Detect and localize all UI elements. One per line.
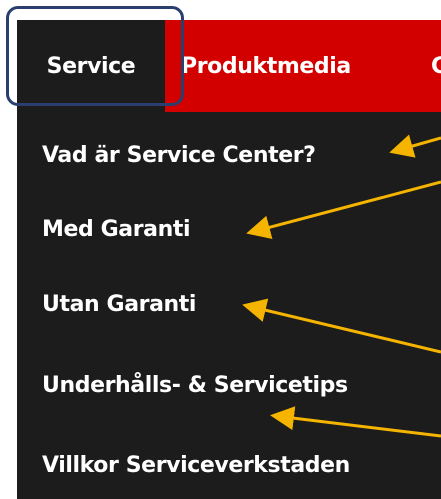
menu-item-label: Med Garanti <box>42 217 191 242</box>
menu-item-vad-ar-service-center[interactable]: Vad är Service Center? <box>42 142 316 170</box>
tab-produktmedia-label: Produktmedia <box>181 53 351 79</box>
menu-item-underhalls-servicetips[interactable]: Underhålls- & Servicetips <box>42 372 348 400</box>
menu-item-label: Vad är Service Center? <box>42 143 316 168</box>
menu-item-utan-garanti[interactable]: Utan Garanti <box>42 291 196 319</box>
menu-item-label: Underhålls- & Servicetips <box>42 373 348 398</box>
tab-produktmedia[interactable]: Produktmedia <box>181 20 351 112</box>
menu-item-med-garanti[interactable]: Med Garanti <box>42 216 191 244</box>
menu-item-label: Utan Garanti <box>42 292 197 317</box>
menu-item-villkor-serviceverkstaden[interactable]: Villkor Serviceverkstaden <box>42 452 350 480</box>
tab-service-label: Service <box>46 53 136 79</box>
tab-next-clipped-label: C <box>431 53 441 79</box>
page: Service Produktmedia C Vad är Service Ce… <box>0 0 441 499</box>
menu-item-label: Villkor Serviceverkstaden <box>42 453 350 478</box>
tab-next-clipped[interactable]: C <box>431 20 441 112</box>
tab-service[interactable]: Service <box>17 20 165 112</box>
